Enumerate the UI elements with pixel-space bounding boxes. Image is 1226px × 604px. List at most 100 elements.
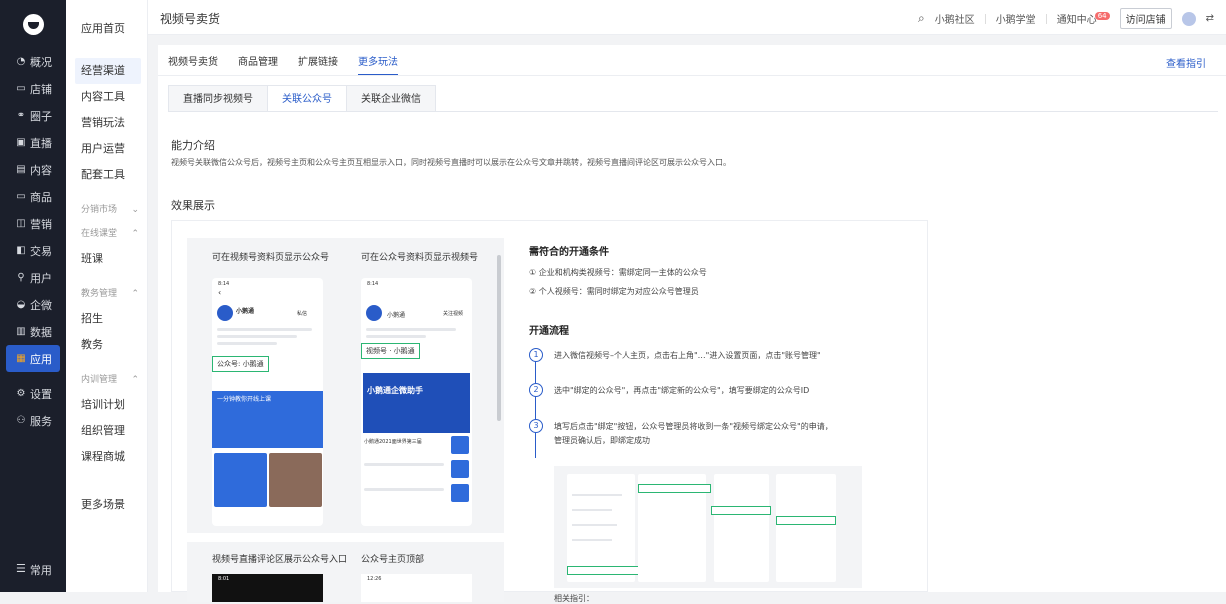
tab-video-sales[interactable]: 视频号卖货: [168, 53, 218, 68]
demo-caption: 公众号主页顶部: [361, 555, 425, 565]
step-number: 1: [529, 348, 543, 362]
secondary-tabs: 直播同步视频号 关联公众号 关联企业微信: [168, 85, 436, 112]
chevron-down-icon: ⌄: [131, 205, 139, 215]
tab-more-play[interactable]: 更多玩法: [358, 53, 398, 76]
tab-link-official-account[interactable]: 关联公众号: [267, 85, 347, 112]
subnav-group-training[interactable]: 内训管理 ⌃: [75, 368, 141, 392]
subnav-item-marketing[interactable]: 营销玩法: [75, 110, 141, 136]
sidebar-item-label: 店铺: [30, 82, 52, 96]
sidebar-item-data[interactable]: ▥ 数据: [0, 318, 66, 345]
divider: [1045, 13, 1047, 24]
step-number: 3: [529, 419, 543, 433]
community-link[interactable]: 小鹅社区: [935, 11, 975, 26]
subnav-group-academic[interactable]: 教务管理 ⌃: [75, 282, 141, 306]
subnav-item-content-tools[interactable]: 内容工具: [75, 84, 141, 110]
main-content: 视频号卖货 商品管理 扩展链接 更多玩法 查看指引 直播同步视频号 关联公众号 …: [158, 45, 1226, 603]
sidebar-item-label: 应用: [30, 352, 52, 366]
sidebar-item-service[interactable]: ⚇ 服务: [0, 407, 66, 434]
sidebar-item-shop[interactable]: ▭ 店铺: [0, 75, 66, 102]
sidebar-item-wecom[interactable]: ◒ 企微: [0, 291, 66, 318]
visit-shop-button[interactable]: 访问店铺: [1119, 8, 1172, 29]
brand-logo[interactable]: [23, 14, 44, 35]
menu-icon: ☰: [16, 562, 26, 575]
tab-link-wecom[interactable]: 关联企业微信: [346, 85, 436, 112]
subnav-group-distribution[interactable]: 分销市场 ⌄: [75, 198, 141, 222]
chevron-up-icon: ⌃: [131, 229, 139, 239]
scrollbar[interactable]: [497, 255, 501, 421]
tab-goods[interactable]: 商品管理: [238, 53, 278, 68]
sidebar-item-live[interactable]: ▣ 直播: [0, 129, 66, 156]
demo-caption: 可在视频号资料页显示公众号: [212, 253, 330, 263]
subnav-item-mall[interactable]: 课程商城: [75, 444, 141, 470]
sidebar-item-settings[interactable]: ⚙ 设置: [0, 380, 66, 407]
highlight-box: [776, 516, 836, 525]
sidebar-item-label: 企微: [30, 298, 52, 312]
sidebar-item-overview[interactable]: ◔ 概况: [0, 48, 66, 75]
step-text: 选中"绑定的公众号"，再点击"绑定新的公众号"，填写要绑定的公众号ID: [554, 386, 810, 395]
subnav-item-channels[interactable]: 经营渠道: [75, 58, 141, 84]
subnav-item-enroll[interactable]: 招生: [75, 306, 141, 332]
avatar: [366, 305, 382, 321]
content-icon: ▤: [16, 164, 26, 175]
sidebar-item-label: 常用: [29, 564, 52, 577]
phone-screen: [776, 474, 836, 582]
message-button: 私信: [297, 311, 308, 317]
demo-panel: 视频号直播评论区展示公众号入口 公众号主页顶部 8:01 12:26: [187, 542, 504, 602]
text-line: [366, 335, 426, 338]
page-title: 视频号卖货: [160, 12, 221, 26]
subnav-item-class[interactable]: 班课: [75, 246, 141, 272]
wecom-icon: ◒: [16, 299, 26, 310]
sidebar-item-user[interactable]: ⚲ 用户: [0, 264, 66, 291]
subnav-home[interactable]: 应用首页: [81, 20, 125, 36]
demo-caption: 可在公众号资料页显示视频号: [361, 253, 479, 263]
subnav-item-org[interactable]: 组织管理: [75, 418, 141, 444]
step-number: 2: [529, 383, 543, 397]
academy-link[interactable]: 小鹅学堂: [996, 11, 1036, 26]
sidebar-item-apps[interactable]: ▦ 应用: [6, 345, 60, 372]
thumbnail: [451, 484, 469, 502]
divider: [0, 372, 66, 380]
step-text: 进入微信视频号–个人主页，点击右上角"…"进入设置页面，点击"账号管理": [554, 351, 821, 360]
group-title: 在线课堂: [81, 229, 118, 239]
subnav-item-more[interactable]: 更多场景: [75, 492, 141, 518]
subnav-list: 经营渠道 内容工具 营销玩法 用户运营 配套工具 分销市场 ⌄ 在线课堂 ⌃ 班课 …: [75, 58, 141, 518]
divider: [168, 111, 1218, 112]
view-guide-link[interactable]: 查看指引: [1166, 55, 1206, 70]
subnav-item-tools[interactable]: 配套工具: [75, 162, 141, 188]
notice-link[interactable]: 通知中心64: [1057, 11, 1110, 26]
sidebar-item-marketing[interactable]: ◫ 营销: [0, 210, 66, 237]
tab-extend-links[interactable]: 扩展链接: [298, 53, 338, 68]
tab-live-sync[interactable]: 直播同步视频号: [168, 85, 268, 112]
subnav-group-classroom[interactable]: 在线课堂 ⌃: [75, 222, 141, 246]
sidebar-item-goods[interactable]: ▭ 商品: [0, 183, 66, 210]
text-line: [572, 539, 612, 541]
banner-image: 小鹅通企微助手: [363, 373, 470, 433]
text-line: [364, 488, 444, 491]
thumbnail: [451, 436, 469, 454]
flow-screenshot: [554, 466, 862, 588]
sidebar-item-common[interactable]: ☰ 常用: [16, 562, 52, 578]
sidebar-item-trade[interactable]: ◧ 交易: [0, 237, 66, 264]
sidebar-item-label: 圈子: [30, 109, 52, 123]
main-sidebar: ◔ 概况 ▭ 店铺 ⚭ 圈子 ▣ 直播 ▤ 内容 ▭ 商品 ◫ 营销 ◧ 交易 ⚲ 用户 ◒ 企微 …: [0, 0, 66, 592]
avatar[interactable]: [1181, 11, 1196, 26]
switch-icon[interactable]: ⇄: [1206, 13, 1214, 24]
subnav-item-academic[interactable]: 教务: [75, 332, 141, 358]
subnav-item-plan[interactable]: 培训计划: [75, 392, 141, 418]
intro-title: 能力介绍: [171, 139, 215, 152]
shop-icon: ▭: [16, 83, 26, 94]
subnav-item-user-ops[interactable]: 用户运营: [75, 136, 141, 162]
phone-mockup: 8:14 ‹ 小鹅通 私信 公众号: 小鹅通 一分钟教你开线上课: [212, 278, 323, 526]
conditions-title: 需符合的开通条件: [529, 247, 609, 258]
text-line: [572, 524, 617, 526]
sidebar-item-circle[interactable]: ⚭ 圈子: [0, 102, 66, 129]
phone-time: 8:14: [367, 281, 379, 287]
highlight-box: [711, 506, 771, 515]
thumbnail: [451, 460, 469, 478]
search-icon[interactable]: ⌕: [918, 11, 925, 26]
sidebar-item-content[interactable]: ▤ 内容: [0, 156, 66, 183]
text-line: [217, 335, 297, 338]
account-name: 小鹅通: [236, 308, 255, 315]
sidebar-item-label: 概况: [30, 55, 52, 69]
demo-caption: 视频号直播评论区展示公众号入口: [212, 555, 348, 565]
